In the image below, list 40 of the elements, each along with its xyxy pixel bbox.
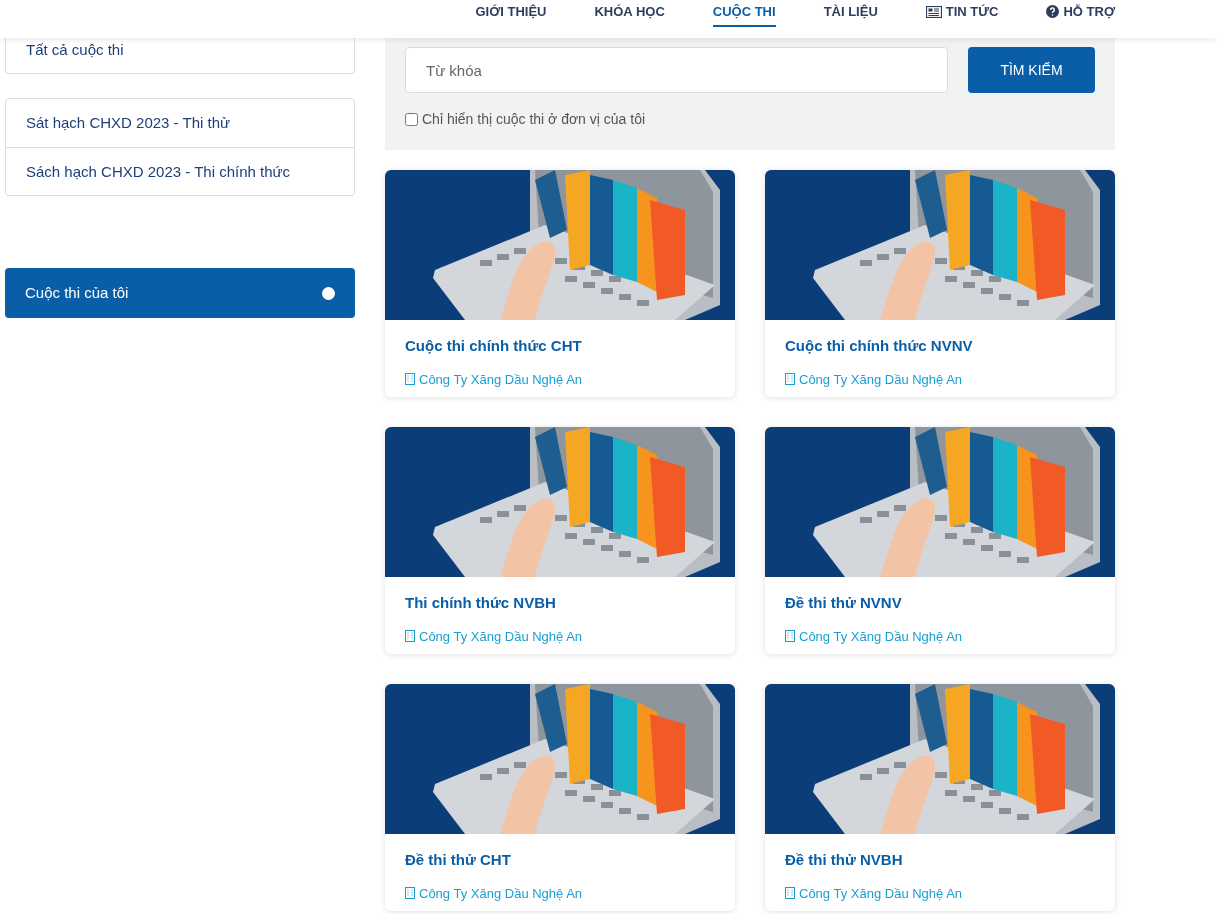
contest-card[interactable]: Cuộc thi chính thức CHT Công Ty Xăng Dầu Nghệ An: [385, 170, 735, 397]
sidebar-item[interactable]: Sát hạch CHXD 2023 - Thi thử: [6, 99, 354, 147]
unit-name: Công Ty Xăng Dầu Nghệ An: [419, 627, 583, 646]
filter-label: Chỉ hiển thị cuộc thi ở đơn vị của tôi: [422, 110, 646, 129]
sidebar-item[interactable]: Tất cả cuộc thi: [5, 38, 355, 74]
nav-link[interactable]: TÀI LIỆU: [823, 0, 878, 27]
nav-link[interactable]: TIN TỨC: [925, 0, 999, 27]
building-icon: [405, 373, 415, 386]
nav-link[interactable]: HỖ TRỢ: [1046, 0, 1115, 27]
nav-link[interactable]: CUỘC THI: [712, 0, 776, 27]
building-icon: [785, 373, 795, 386]
contest-card[interactable]: Đề thi thử NVNV Công Ty Xăng Dầu Nghệ An: [765, 427, 1115, 654]
unit-filter-checkbox[interactable]: [405, 113, 418, 126]
contest-card[interactable]: Đề thi thử NVBH Công Ty Xăng Dầu Nghệ An: [765, 684, 1115, 911]
contest-title: Đề thi thử NVNV: [785, 593, 903, 613]
contest-title: Đề thi thử CHT: [405, 850, 512, 870]
contest-title: Thi chính thức NVBH: [405, 593, 557, 613]
contest-title: Cuộc thi chính thức CHT: [405, 336, 583, 356]
nav-link[interactable]: GIỚI THIỆU: [475, 0, 547, 27]
unit-name: Công Ty Xăng Dầu Nghệ An: [799, 884, 963, 903]
building-icon: [405, 630, 415, 643]
unit-name: Công Ty Xăng Dầu Nghệ An: [799, 627, 963, 646]
my-contests-button[interactable]: Cuộc thi của tôi: [5, 268, 355, 318]
contest-title: Đề thi thử NVBH: [785, 850, 904, 870]
building-icon: [405, 887, 415, 900]
unit-name: Công Ty Xăng Dầu Nghệ An: [419, 884, 583, 903]
contest-card[interactable]: Đề thi thử CHT Công Ty Xăng Dầu Nghệ An: [385, 684, 735, 911]
help-icon: [1046, 5, 1060, 19]
contest-card[interactable]: Thi chính thức NVBH Công Ty Xăng Dầu Nghệ An: [385, 427, 735, 654]
unit-name: Công Ty Xăng Dầu Nghệ An: [799, 370, 963, 389]
keyword-input[interactable]: Từ khóa: [405, 47, 948, 93]
search-button[interactable]: TÌM KIẾM: [968, 47, 1095, 93]
sidebar-item[interactable]: Sách hạch CHXD 2023 - Thi chính thức: [6, 147, 354, 195]
newspaper-icon: [925, 5, 942, 18]
unit-name: Công Ty Xăng Dầu Nghệ An: [419, 370, 583, 389]
contest-card[interactable]: Cuộc thi chính thức NVNV Công Ty Xăng Dầu Nghệ An: [765, 170, 1115, 397]
building-icon: [785, 630, 795, 643]
contest-title: Cuộc thi chính thức NVNV: [785, 336, 974, 356]
building-icon: [785, 887, 795, 900]
nav-link[interactable]: KHÓA HỌC: [594, 0, 665, 27]
